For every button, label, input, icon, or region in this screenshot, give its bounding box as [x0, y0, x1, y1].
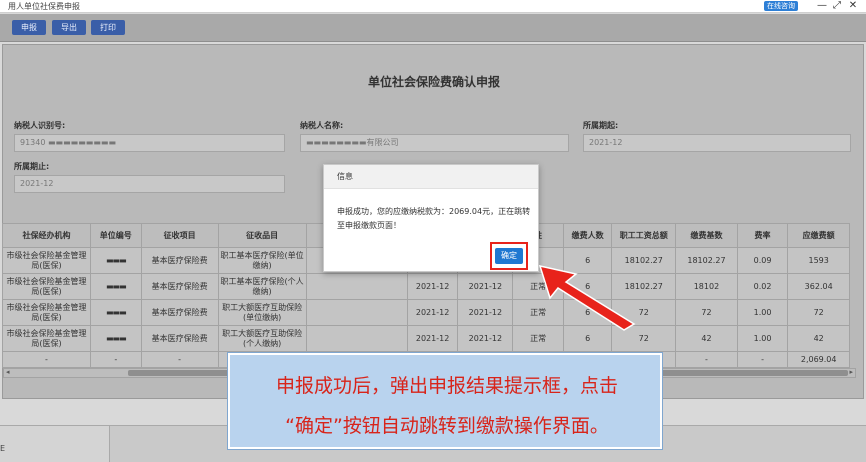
table-row[interactable]: 市级社会保险基金管理局(医保) ▬▬▬ 基本医疗保险费 职工大额医疗互助保险(个… [2, 325, 850, 352]
scroll-right-icon[interactable]: ▸ [849, 368, 853, 376]
cell: ▬▬▬ [90, 299, 142, 326]
period-start-label: 所属期起: [583, 121, 619, 130]
cell: 1.00 [736, 299, 789, 326]
online-consult-badge[interactable]: 在线咨询 [764, 1, 798, 11]
scroll-left-icon[interactable]: ◂ [6, 368, 10, 376]
cell: 基本医疗保险费 [140, 273, 219, 300]
col-header: 缴费人数 [562, 223, 613, 248]
taxpayer-name-field[interactable]: ▬▬▬▬▬▬▬▬有限公司 [300, 134, 569, 152]
col-header: 征收品目 [217, 223, 307, 248]
cell: 基本医疗保险费 [140, 247, 219, 274]
cell: - [2, 351, 91, 368]
cell [305, 325, 408, 352]
minimize-icon[interactable]: — [815, 0, 829, 12]
instruction-callout: 申报成功后，弹出申报结果提示框，点击 “确定”按钮自动跳转到缴款操作界面。 [227, 352, 663, 450]
cell: 市级社会保险基金管理局(医保) [2, 273, 91, 300]
ok-button[interactable]: 确定 [495, 248, 523, 264]
period-end-label: 所属期止: [14, 162, 50, 171]
window-title: 用人单位社保费申报 [8, 2, 80, 11]
cell: 2021-12 [457, 325, 514, 352]
cell: 362.04 [787, 273, 850, 300]
cell: 42 [787, 325, 850, 352]
cell: 职工大额医疗互助保险(单位缴纳) [217, 299, 307, 326]
cell [305, 273, 408, 300]
table-row[interactable]: 市级社会保险基金管理局(医保) ▬▬▬ 基本医疗保险费 职工大额医疗互助保险(单… [2, 299, 850, 326]
cell: 42 [675, 325, 738, 352]
period-start-field[interactable]: 2021-12 [583, 134, 851, 152]
total-amount: 2,069.04 [787, 351, 850, 368]
callout-line-2: “确定”按钮自动跳转到缴款操作界面。 [285, 415, 609, 437]
col-header: 费率 [736, 223, 789, 248]
cell: 2021-12 [457, 299, 514, 326]
close-icon[interactable]: ✕ [846, 0, 860, 12]
print-button[interactable]: 打印 [91, 20, 125, 35]
cell: - [90, 351, 142, 368]
page-title: 单位社会保险费确认申报 [367, 75, 500, 89]
dialog-message: 申报成功，您的应缴纳税款为：2069.04元，正在跳转至申报缴款页面！ [337, 207, 531, 230]
cell: 市级社会保险基金管理局(医保) [2, 325, 91, 352]
cell: 基本医疗保险费 [140, 325, 219, 352]
cell: 市级社会保险基金管理局(医保) [2, 299, 91, 326]
cell: 职工基本医疗保险(个人缴纳) [217, 273, 307, 300]
dialog-title: 信息 [324, 165, 538, 189]
cell: 1.00 [736, 325, 789, 352]
taxpayer-id-field[interactable]: 91340 ▬▬▬▬▬▬▬▬▬ [14, 134, 285, 152]
cell: 72 [675, 299, 738, 326]
ok-button-highlight: 确定 [490, 242, 528, 270]
cell: 2021-12 [406, 325, 459, 352]
bottom-left-text: E [0, 444, 6, 453]
cell [305, 299, 408, 326]
cell: 18102 [675, 273, 738, 300]
info-dialog: 信息 申报成功，您的应缴纳税款为：2069.04元，正在跳转至申报缴款页面！ 确… [323, 164, 539, 272]
toolbar: 申报 导出 打印 [0, 14, 866, 42]
app-window: 用人单位社保费申报 在线咨询 — ⤢ ✕ 申报 导出 打印 单位社会保险费确认申… [0, 0, 866, 462]
cell: 职工大额医疗互助保险(个人缴纳) [217, 325, 307, 352]
red-arrow-icon [538, 264, 636, 331]
cell: 2021-12 [406, 273, 459, 300]
col-header: 应缴费额 [787, 223, 850, 248]
cell: 市级社会保险基金管理局(医保) [2, 247, 91, 274]
cell: 72 [787, 299, 850, 326]
taxpayer-id-label: 纳税人识别号: [14, 121, 66, 130]
cell: 0.02 [736, 273, 789, 300]
cell: 2021-12 [406, 299, 459, 326]
cell: 基本医疗保险费 [140, 299, 219, 326]
cell: - [140, 351, 219, 368]
cell: ▬▬▬ [90, 325, 142, 352]
cell: - [675, 351, 738, 368]
cell: - [736, 351, 789, 368]
cell: 0.09 [736, 247, 789, 274]
period-end-field[interactable]: 2021-12 [14, 175, 285, 193]
declare-button[interactable]: 申报 [12, 20, 46, 35]
cell: ▬▬▬ [90, 273, 142, 300]
callout-line-1: 申报成功后，弹出申报结果提示框，点击 [275, 375, 618, 397]
restore-icon[interactable]: ⤢ [830, 0, 844, 12]
table-row[interactable]: 市级社会保险基金管理局(医保) ▬▬▬ 基本医疗保险费 职工基本医疗保险(个人缴… [2, 273, 850, 300]
col-header: 缴费基数 [675, 223, 738, 248]
window-title-bar: 用人单位社保费申报 在线咨询 — ⤢ ✕ [0, 0, 866, 13]
cell: 18102.27 [675, 247, 738, 274]
taxpayer-name-label: 纳税人名称: [300, 121, 344, 130]
col-header: 征收项目 [140, 223, 219, 248]
col-header: 职工工资总额 [611, 223, 677, 248]
cell: 2021-12 [457, 273, 514, 300]
col-header: 单位编号 [90, 223, 142, 248]
cell: ▬▬▬ [90, 247, 142, 274]
col-header: 社保经办机构 [2, 223, 91, 248]
cell: 1593 [787, 247, 850, 274]
export-button[interactable]: 导出 [52, 20, 86, 35]
bottom-left-pane: E [0, 426, 110, 462]
cell: 职工基本医疗保险(单位缴纳) [217, 247, 307, 274]
